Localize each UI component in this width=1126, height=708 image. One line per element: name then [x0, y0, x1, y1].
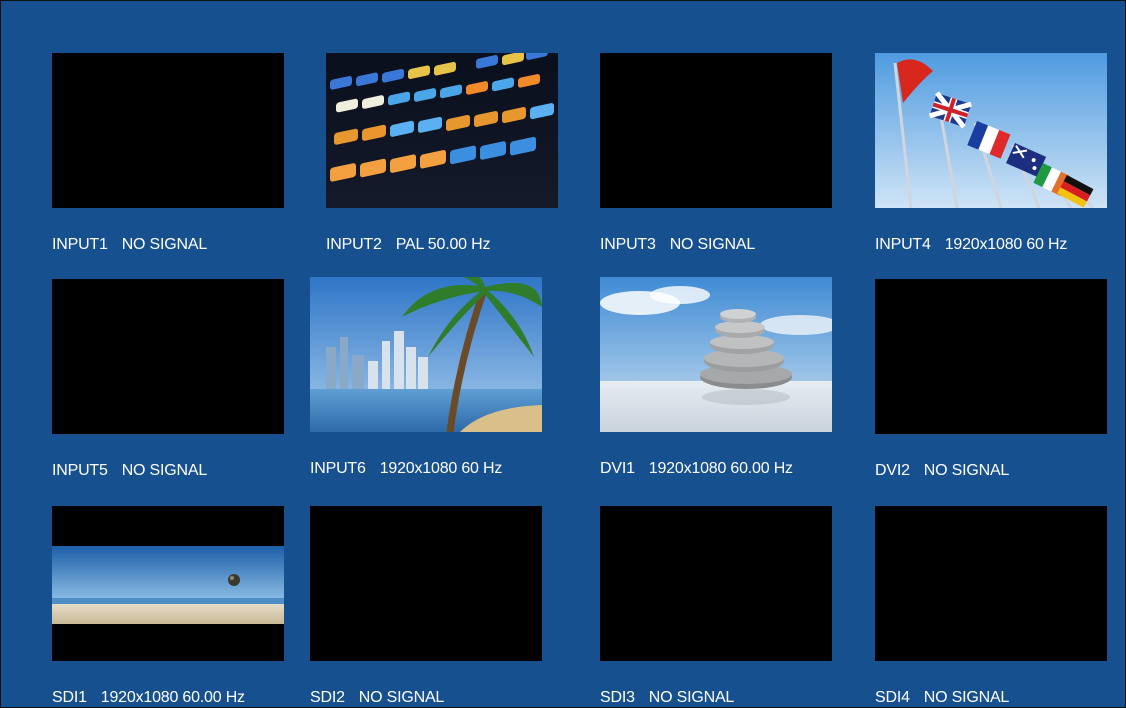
preview-input3-no-signal [600, 53, 832, 208]
signal-status: 1920x1080 60.00 Hz [648, 460, 793, 477]
source-name: INPUT3 [600, 236, 656, 253]
preview-input5-no-signal [52, 279, 284, 434]
signal-status: NO SIGNAL [121, 236, 208, 253]
preview-input2-image [326, 53, 558, 208]
source-name: SDI2 [310, 689, 345, 706]
preview-sdi3-no-signal [600, 506, 832, 661]
label-input5: INPUT5 NO SIGNAL [52, 462, 207, 480]
preview-sdi2-no-signal [310, 506, 542, 661]
source-name: SDI1 [52, 689, 87, 706]
signal-status: 1920x1080 60 Hz [379, 460, 503, 477]
source-name: DVI1 [600, 460, 635, 477]
preview-sdi4-no-signal [875, 506, 1107, 661]
signal-status: 1920x1080 60 Hz [944, 236, 1068, 253]
label-input3: INPUT3 NO SIGNAL [600, 236, 755, 254]
label-dvi1: DVI1 1920x1080 60.00 Hz [600, 460, 793, 478]
source-name: DVI2 [875, 462, 910, 479]
label-sdi1: SDI1 1920x1080 60.00 Hz [52, 689, 245, 707]
preview-sdi1-image [52, 506, 284, 661]
multiviewer-screen: INPUT1 NO SIGNAL INPUT2 PAL 50.00 Hz INP… [0, 0, 1126, 708]
source-name: SDI3 [600, 689, 635, 706]
source-name: INPUT4 [875, 236, 931, 253]
signal-status: NO SIGNAL [358, 689, 445, 706]
preview-input4-image [875, 53, 1107, 208]
signal-status: NO SIGNAL [648, 689, 735, 706]
label-input4: INPUT4 1920x1080 60 Hz [875, 236, 1067, 254]
label-sdi2: SDI2 NO SIGNAL [310, 689, 444, 707]
preview-input1-no-signal [52, 53, 284, 208]
label-sdi3: SDI3 NO SIGNAL [600, 689, 734, 707]
signal-status: NO SIGNAL [923, 689, 1010, 706]
signal-status: NO SIGNAL [923, 462, 1010, 479]
preview-input6-image [310, 277, 542, 432]
preview-dvi2-no-signal [875, 279, 1107, 434]
source-name: INPUT6 [310, 460, 366, 477]
signal-status: NO SIGNAL [669, 236, 756, 253]
source-name: SDI4 [875, 689, 910, 706]
source-name: INPUT2 [326, 236, 382, 253]
signal-status: 1920x1080 60.00 Hz [100, 689, 245, 706]
preview-dvi1-image [600, 277, 832, 432]
signal-status: NO SIGNAL [121, 462, 208, 479]
label-input6: INPUT6 1920x1080 60 Hz [310, 460, 502, 478]
label-input1: INPUT1 NO SIGNAL [52, 236, 207, 254]
signal-status: PAL 50.00 Hz [395, 236, 491, 253]
label-sdi4: SDI4 NO SIGNAL [875, 689, 1009, 707]
label-input2: INPUT2 PAL 50.00 Hz [326, 236, 490, 254]
label-dvi2: DVI2 NO SIGNAL [875, 462, 1009, 480]
source-name: INPUT5 [52, 462, 108, 479]
source-name: INPUT1 [52, 236, 108, 253]
